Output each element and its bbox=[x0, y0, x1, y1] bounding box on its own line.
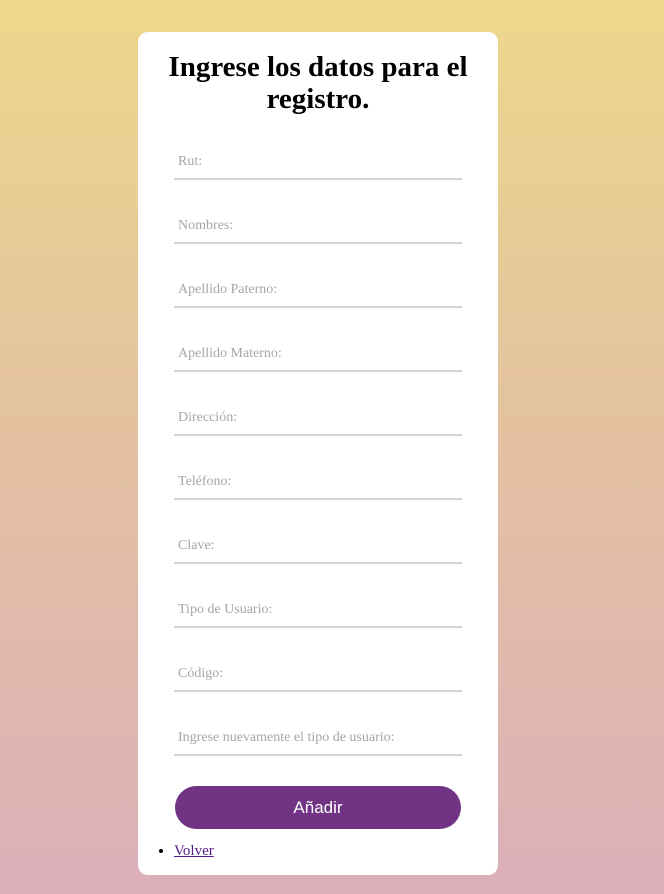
field-codigo bbox=[174, 657, 462, 721]
codigo-input[interactable] bbox=[174, 657, 462, 692]
form-fields bbox=[174, 145, 462, 785]
clave-input[interactable] bbox=[174, 529, 462, 564]
field-nombres bbox=[174, 209, 462, 273]
links-list: Volver bbox=[154, 842, 214, 860]
rut-input[interactable] bbox=[174, 145, 462, 180]
back-link[interactable]: Volver bbox=[174, 843, 214, 859]
direccion-input[interactable] bbox=[174, 401, 462, 436]
field-rut bbox=[174, 145, 462, 209]
apellido-paterno-input[interactable] bbox=[174, 273, 462, 308]
field-tipo-usuario bbox=[174, 593, 462, 657]
field-apellido-materno bbox=[174, 337, 462, 401]
registration-card: Ingrese los datos para el registro. Rut:… bbox=[138, 32, 498, 875]
field-telefono bbox=[174, 465, 462, 529]
tipo-usuario-input[interactable] bbox=[174, 593, 462, 628]
add-button[interactable]: Añadir bbox=[175, 786, 461, 829]
field-confirm-tipo-usuario bbox=[174, 721, 462, 785]
list-item: Volver bbox=[174, 842, 214, 860]
telefono-input[interactable] bbox=[174, 465, 462, 500]
field-apellido-paterno bbox=[174, 273, 462, 337]
nombres-input[interactable] bbox=[174, 209, 462, 244]
confirm-tipo-usuario-input[interactable] bbox=[174, 721, 462, 756]
apellido-materno-input[interactable] bbox=[174, 337, 462, 372]
field-direccion bbox=[174, 401, 462, 465]
page-title: Ingrese los datos para el registro. bbox=[168, 51, 468, 115]
field-clave bbox=[174, 529, 462, 593]
